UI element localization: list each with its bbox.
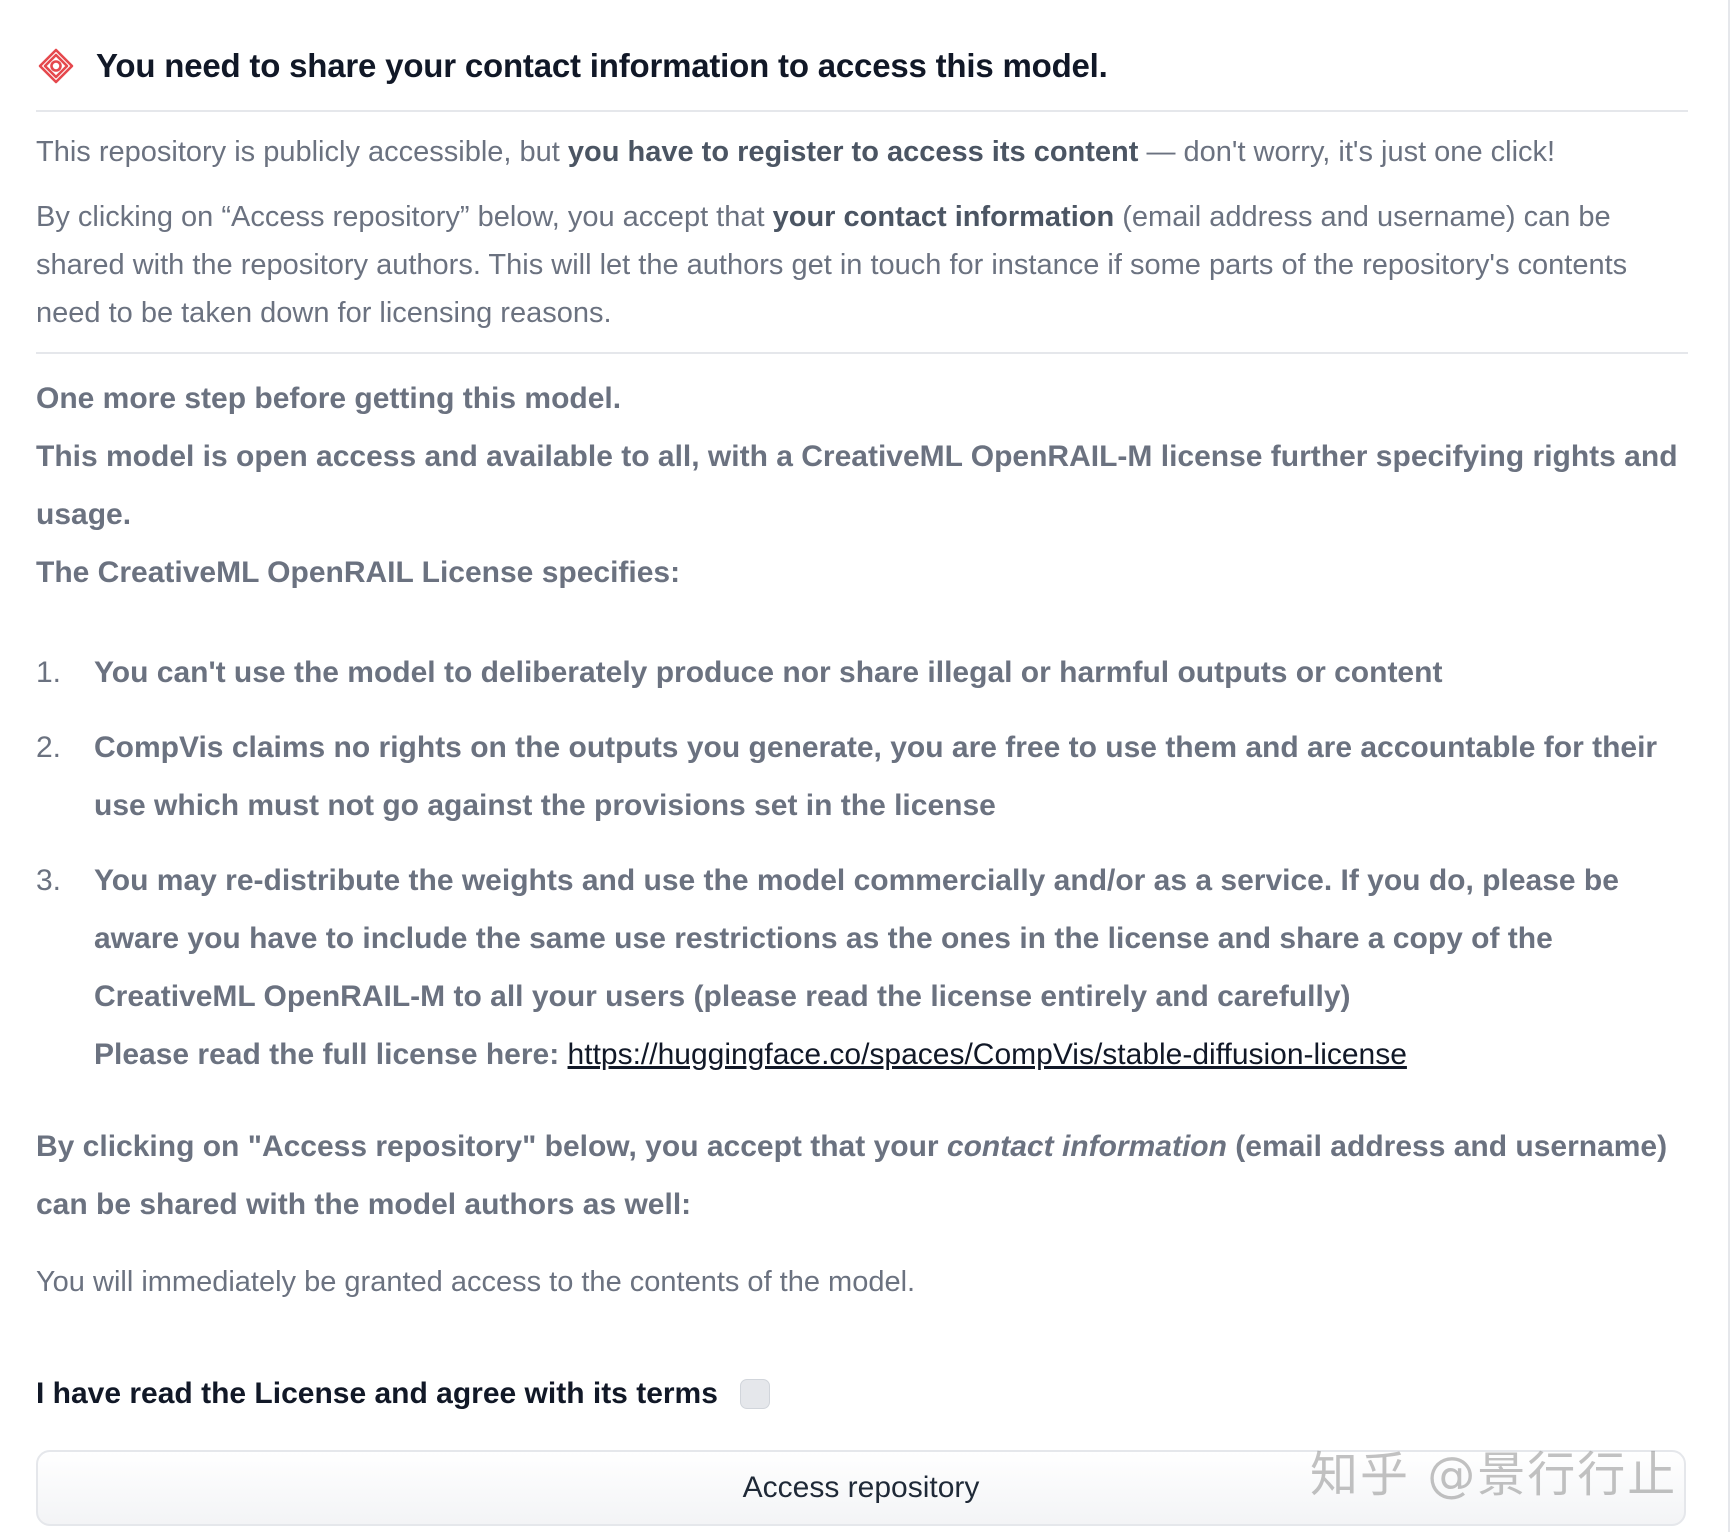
gated-model-page: You need to share your contact informati… (0, 0, 1730, 1532)
granted-access-text: You will immediately be granted access t… (36, 1266, 916, 1298)
list-item-number: 3. (36, 864, 62, 897)
list-item-text: You may re-distribute the weights and us… (94, 864, 1619, 1013)
license-prompt: One more step before getting this model.… (36, 370, 1696, 1234)
intro-2-text: By clicking on “Access repository” below… (36, 201, 773, 233)
header-divider (36, 110, 1688, 112)
list-item: 3. You may re-distribute the weights and… (36, 852, 1696, 1084)
intro-1-tail: — don't worry, it's just one click! (1138, 136, 1556, 168)
list-item-text: You can't use the model to deliberately … (94, 656, 1443, 689)
intro-paragraph-2: By clicking on “Access repository” below… (36, 193, 1688, 337)
gated-title: You need to share your contact informati… (96, 47, 1108, 84)
intro-1-text: This repository is publicly accessible, … (36, 136, 568, 168)
prompt-license-heading: The CreativeML OpenRAIL License specifie… (36, 556, 681, 589)
list-item: 2. CompVis claims no rights on the outpu… (36, 719, 1696, 835)
list-item-text: CompVis claims no rights on the outputs … (94, 731, 1658, 822)
intro-2-bold: your contact information (772, 201, 1115, 233)
gated-warning-icon (36, 46, 76, 86)
agree-row: I have read the License and agree with i… (36, 1370, 770, 1418)
prompt-closing: By clicking on "Access repository" below… (36, 1118, 1696, 1234)
intro-divider (36, 352, 1688, 354)
closing-text: By clicking on "Access repository" below… (36, 1130, 947, 1163)
closing-italic: contact information (946, 1130, 1227, 1163)
list-item-number: 2. (36, 731, 62, 764)
intro-1-bold: you have to register to access its conte… (567, 136, 1139, 168)
list-item: 1. You can't use the model to deliberate… (36, 644, 1696, 702)
license-terms-list: 1. You can't use the model to deliberate… (36, 644, 1696, 1084)
intro-paragraph-1: This repository is publicly accessible, … (36, 128, 1688, 176)
prompt-open-access-line: This model is open access and available … (36, 440, 1678, 531)
agree-label: I have read the License and agree with i… (36, 1377, 718, 1410)
license-link-prefix: Please read the full license here: (94, 1038, 568, 1071)
prompt-step-line: One more step before getting this model. (36, 382, 622, 415)
agree-checkbox[interactable] (739, 1379, 770, 1409)
license-link[interactable]: https://huggingface.co/spaces/CompVis/st… (568, 1038, 1407, 1071)
access-repository-button[interactable]: Access repository (36, 1450, 1686, 1526)
gated-header: You need to share your contact informati… (36, 36, 1108, 96)
list-item-number: 1. (36, 656, 62, 689)
